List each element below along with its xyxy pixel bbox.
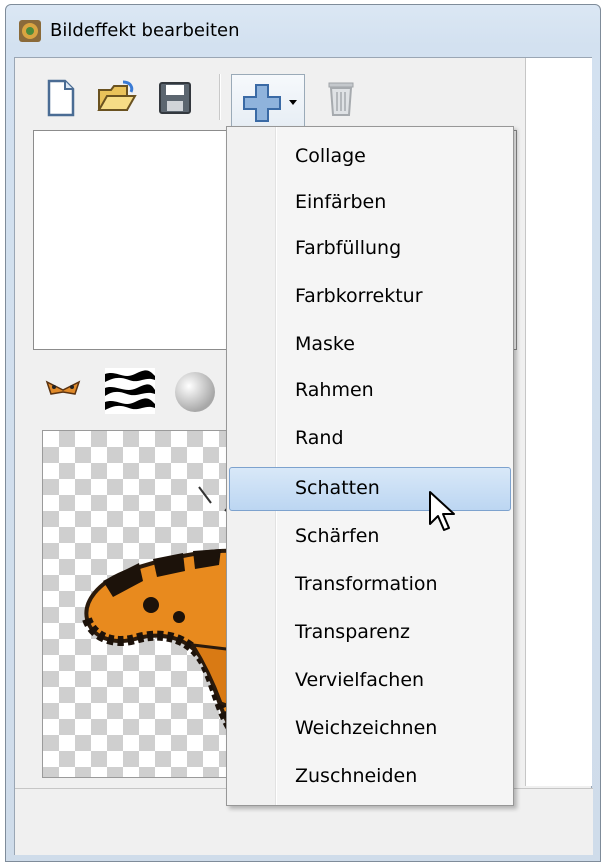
menu-item-label: Vervielfachen	[295, 669, 425, 691]
menu-item-collage[interactable]: Collage	[229, 135, 511, 179]
image-preview	[42, 430, 244, 778]
toolbar-separator	[219, 74, 221, 120]
app-icon	[19, 20, 41, 42]
zebra-pattern-icon[interactable]	[105, 368, 155, 414]
thumbnail-row	[33, 358, 235, 418]
menu-item-label: Rahmen	[295, 379, 374, 401]
butterfly-image	[82, 486, 243, 744]
mouse-cursor-icon	[429, 491, 455, 531]
open-folder-icon	[97, 80, 137, 111]
save-button[interactable]	[155, 78, 195, 118]
menu-item-label: Weichzeichnen	[295, 717, 438, 739]
new-document-icon	[47, 79, 75, 117]
menu-item-transformation[interactable]: Transformation	[229, 563, 511, 607]
menu-item-label: Farbkorrektur	[295, 285, 423, 307]
open-button[interactable]	[97, 78, 137, 118]
delete-button[interactable]	[321, 78, 361, 118]
add-effect-menu: Collage Einfärben Farbfüllung Farbkorrek…	[226, 126, 514, 806]
title-bar[interactable]: Bildeffekt bearbeiten	[6, 5, 600, 55]
chevron-down-icon	[289, 100, 297, 105]
menu-item-rahmen[interactable]: Rahmen	[229, 369, 511, 413]
menu-item-schatten[interactable]: Schatten	[229, 467, 511, 511]
menu-item-label: Rand	[295, 427, 344, 449]
window-title: Bildeffekt bearbeiten	[50, 20, 240, 41]
menu-item-maske[interactable]: Maske	[229, 323, 511, 367]
menu-item-label: Farbfüllung	[295, 237, 402, 259]
new-button[interactable]	[41, 78, 81, 118]
menu-item-weichzeichnen[interactable]: Weichzeichnen	[229, 707, 511, 751]
menu-item-rand[interactable]: Rand	[229, 417, 511, 461]
menu-item-label: Zuschneiden	[295, 765, 418, 787]
menu-item-vervielfachen[interactable]: Vervielfachen	[229, 659, 511, 703]
menu-item-farbkorrektur[interactable]: Farbkorrektur	[229, 275, 511, 319]
floppy-disk-icon	[159, 82, 191, 114]
menu-item-transparenz[interactable]: Transparenz	[229, 611, 511, 655]
menu-item-label: Transformation	[295, 573, 438, 595]
menu-item-label: Maske	[295, 333, 355, 355]
menu-item-schaerfen[interactable]: Schärfen	[229, 515, 511, 559]
plus-icon	[243, 84, 281, 122]
menu-item-einfaerben[interactable]: Einfärben	[229, 181, 511, 225]
menu-item-label: Schärfen	[295, 525, 380, 547]
trash-icon	[328, 82, 354, 116]
sphere-icon[interactable]	[173, 370, 217, 414]
butterfly-icon[interactable]	[45, 380, 81, 400]
menu-item-label: Collage	[295, 145, 366, 167]
right-pane	[526, 58, 592, 786]
menu-item-farbfuellung[interactable]: Farbfüllung	[229, 227, 511, 271]
menu-item-label: Schatten	[295, 477, 380, 499]
toolbar	[15, 58, 525, 130]
menu-item-zuschneiden[interactable]: Zuschneiden	[229, 755, 511, 799]
menu-item-label: Transparenz	[295, 621, 411, 643]
menu-item-label: Einfärben	[295, 191, 387, 213]
add-effect-button[interactable]	[231, 74, 305, 130]
